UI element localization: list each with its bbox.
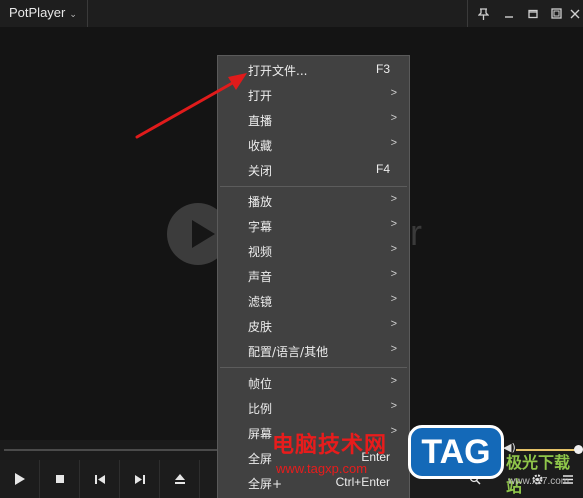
watermark-url: www.tagxp.com (276, 461, 368, 476)
tag-logo: TAG (408, 425, 504, 479)
annotation-arrow (135, 73, 247, 139)
watermark-site: 极光下载站 (506, 453, 571, 496)
watermark-site-url: www.xz7.com (508, 476, 570, 487)
watermark-title: 电脑技术网 (272, 433, 388, 458)
